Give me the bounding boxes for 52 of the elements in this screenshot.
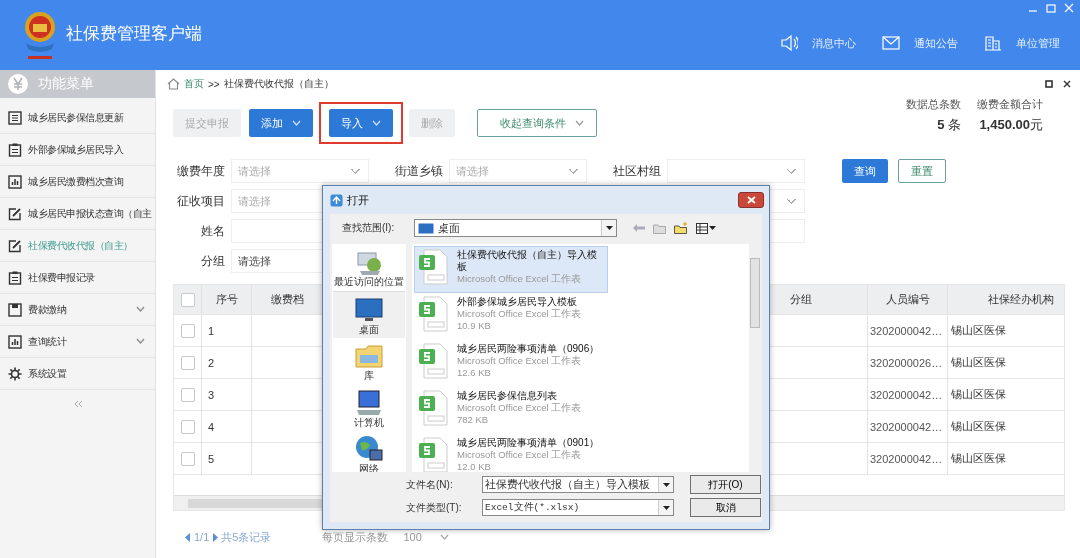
table-cell: 3202000026… — [868, 347, 948, 378]
filter-label: 社区村组 — [612, 162, 661, 180]
summary-value: 5 条 — [937, 116, 961, 134]
field-label: 查找范围(I): — [342, 221, 396, 235]
file-name: 城乡居民参保信息列表 — [457, 390, 558, 402]
column-header: 人员编号 — [868, 285, 948, 314]
table-cell-text: 锡山区医保 — [950, 419, 1007, 434]
file-size: 12.6 KB — [457, 367, 492, 379]
file-size: 782 KB — [457, 414, 490, 426]
file-type: Microsoft Office Excel 工作表 — [457, 355, 583, 367]
table-cell: 5 — [202, 443, 252, 474]
summary-label: 数据总条数 — [906, 98, 961, 112]
column-header: 社保经办机构 — [987, 292, 1055, 307]
breadcrumb-current: 社保费代收代报（自主） — [223, 77, 334, 91]
file-type: Microsoft Office Excel 工作表 — [457, 308, 582, 320]
page-size-label: 每页显示条数 — [322, 529, 389, 545]
file-type: Microsoft Office Excel 工作表 — [457, 402, 582, 414]
table-cell-text: 锡山区医保 — [950, 355, 1007, 370]
file-type: Microsoft Office Excel 工作表 — [457, 273, 583, 285]
filter-label: 缴费年度 — [176, 162, 225, 180]
record-count: 共5条记录 — [221, 529, 272, 545]
filter-label: 街道乡镇 — [394, 162, 443, 180]
table-cell: 3202000042… — [868, 379, 948, 410]
filter-label: 分组 — [200, 252, 225, 270]
file-name: 城乡居民两险事项清单（0906） — [457, 343, 600, 355]
dialog-title: 打开 — [347, 192, 369, 208]
table-cell: 3 — [202, 379, 252, 410]
table-cell-text: 锡山区医保 — [950, 323, 1007, 338]
table-cell: 3202000042… — [868, 443, 948, 474]
file-name: 社保费代收代报（自主）导入模板 — [457, 249, 598, 273]
table-cell: 3202000042… — [868, 315, 948, 346]
table-cell: 3202000042… — [868, 411, 948, 442]
breadcrumb-separator: >> — [208, 78, 220, 90]
file-name: 城乡居民两险事项清单（0901） — [457, 437, 600, 449]
file-size: 10.9 KB — [457, 320, 492, 332]
filter-label: 征收项目 — [176, 192, 225, 210]
page-indicator: 1/1 — [194, 531, 210, 543]
table-cell-text: 锡山区医保 — [950, 387, 1007, 402]
summary-value: 1,450.00元 — [979, 116, 1043, 134]
column-header: 序号 — [202, 285, 252, 314]
filter-label: 姓名 — [200, 222, 225, 240]
file-type: Microsoft Office Excel 工作表 — [457, 449, 583, 461]
table-cell: 4 — [202, 411, 252, 442]
field-label: 文件类型(T): — [406, 500, 463, 515]
table-cell-text: 锡山区医保 — [950, 451, 1007, 466]
table-cell: 2 — [202, 347, 252, 378]
field-label: 文件名(N): — [406, 477, 454, 492]
app-title: 社保费管理客户端 — [66, 22, 202, 45]
file-size: 12.0 KB — [457, 461, 492, 473]
table-cell: 1 — [202, 315, 252, 346]
file-name: 外部参保城乡居民导入模板 — [457, 296, 578, 308]
summary-label: 缴费金额合计 — [977, 98, 1043, 112]
